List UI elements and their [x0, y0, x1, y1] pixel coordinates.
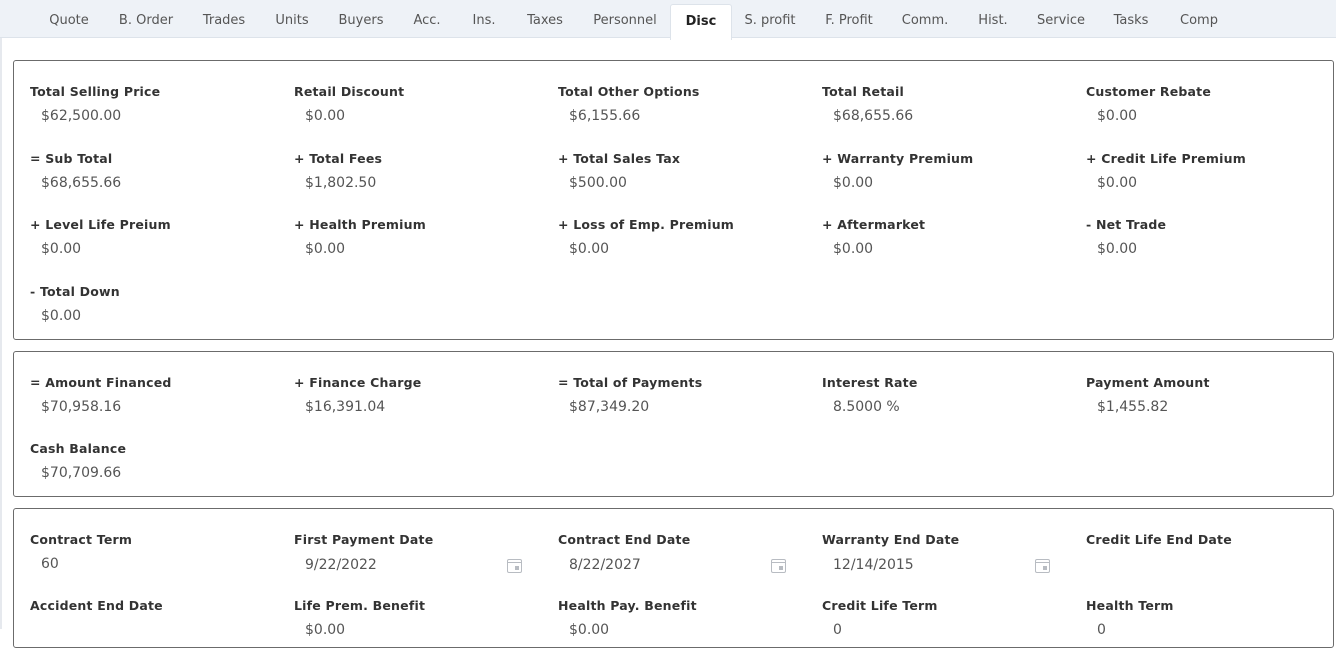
tab-comp[interactable]: Comp — [1172, 4, 1226, 38]
cash-balance-label: Cash Balance — [30, 441, 127, 456]
total-other-options-label: Total Other Options — [558, 84, 700, 99]
tab-b-order[interactable]: B. Order — [113, 4, 179, 38]
warranty-end-date-value[interactable]: 12/14/2015 — [833, 557, 914, 573]
contract-end-date-label: Contract End Date — [558, 532, 691, 547]
calendar-icon[interactable] — [771, 559, 786, 573]
tab-acc[interactable]: Acc. — [406, 4, 448, 38]
payment-amount-label: Payment Amount — [1086, 375, 1210, 390]
customer-rebate-value[interactable]: $0.00 — [1097, 108, 1137, 124]
tab-service[interactable]: Service — [1032, 4, 1090, 38]
life-prem-benefit-label: Life Prem. Benefit — [294, 598, 426, 613]
tab-tasks[interactable]: Tasks — [1106, 4, 1156, 38]
amount-financed-value[interactable]: $70,958.16 — [41, 399, 121, 415]
first-payment-date-label: First Payment Date — [294, 532, 434, 547]
total-down-label: - Total Down — [30, 284, 120, 299]
total-sales-tax-label: + Total Sales Tax — [558, 151, 681, 166]
loss-of-emp-premium-value[interactable]: $0.00 — [569, 241, 609, 257]
total-selling-price-label: Total Selling Price — [30, 84, 161, 99]
aftermarket-value[interactable]: $0.00 — [833, 241, 873, 257]
health-premium-value[interactable]: $0.00 — [305, 241, 345, 257]
retail-discount-label: Retail Discount — [294, 84, 405, 99]
customer-rebate-label: Customer Rebate — [1086, 84, 1212, 99]
tab-hist[interactable]: Hist. — [971, 4, 1015, 38]
health-premium-label: + Health Premium — [294, 217, 426, 232]
net-trade-value[interactable]: $0.00 — [1097, 241, 1137, 257]
loss-of-emp-premium-label: + Loss of Emp. Premium — [558, 217, 735, 232]
tab-s-profit[interactable]: S. profit — [738, 4, 802, 38]
health-term-value[interactable]: 0 — [1097, 622, 1106, 638]
total-fees-label: + Total Fees — [294, 151, 383, 166]
content-edge — [0, 38, 2, 629]
total-of-payments-label: = Total of Payments — [558, 375, 703, 390]
health-pay-benefit-value[interactable]: $0.00 — [569, 622, 609, 638]
calendar-icon[interactable] — [507, 559, 522, 573]
credit-life-premium-value[interactable]: $0.00 — [1097, 175, 1137, 191]
amount-financed-label: = Amount Financed — [30, 375, 172, 390]
financing-panel: = Amount Financed $70,958.16 + Finance C… — [13, 351, 1334, 497]
credit-life-term-value[interactable]: 0 — [833, 622, 842, 638]
warranty-premium-label: + Warranty Premium — [822, 151, 974, 166]
interest-rate-label: Interest Rate — [822, 375, 918, 390]
level-life-premium-label: + Level Life Preium — [30, 217, 171, 232]
credit-life-premium-label: + Credit Life Premium — [1086, 151, 1246, 166]
total-other-options-value[interactable]: $6,155.66 — [569, 108, 640, 124]
warranty-premium-value[interactable]: $0.00 — [833, 175, 873, 191]
interest-rate-value[interactable]: 8.5000 % — [833, 399, 900, 415]
warranty-end-date-label: Warranty End Date — [822, 532, 960, 547]
tab-quote[interactable]: Quote — [42, 4, 96, 38]
health-term-label: Health Term — [1086, 598, 1174, 613]
contract-term-label: Contract Term — [30, 532, 133, 547]
tab-buyers[interactable]: Buyers — [333, 4, 389, 38]
health-pay-benefit-label: Health Pay. Benefit — [558, 598, 697, 613]
accident-end-date-label: Accident End Date — [30, 598, 163, 613]
aftermarket-label: + Aftermarket — [822, 217, 926, 232]
credit-life-end-date-label: Credit Life End Date — [1086, 532, 1232, 547]
finance-charge-label: + Finance Charge — [294, 375, 422, 390]
tab-disc[interactable]: Disc — [670, 4, 732, 40]
payment-amount-value[interactable]: $1,455.82 — [1097, 399, 1168, 415]
net-trade-label: - Net Trade — [1086, 217, 1167, 232]
life-prem-benefit-value[interactable]: $0.00 — [305, 622, 345, 638]
calendar-icon[interactable] — [1035, 559, 1050, 573]
terms-panel: Contract Term 60 First Payment Date 9/22… — [13, 508, 1334, 648]
contract-end-date-value[interactable]: 8/22/2027 — [569, 557, 641, 573]
tab-personnel[interactable]: Personnel — [587, 4, 663, 38]
finance-charge-value[interactable]: $16,391.04 — [305, 399, 385, 415]
total-sales-tax-value[interactable]: $500.00 — [569, 175, 627, 191]
total-fees-value[interactable]: $1,802.50 — [305, 175, 376, 191]
tab-units[interactable]: Units — [268, 4, 316, 38]
sub-total-label: = Sub Total — [30, 151, 113, 166]
tab-taxes[interactable]: Taxes — [520, 4, 570, 38]
tab-bar: Quote B. Order Trades Units Buyers Acc. … — [0, 0, 1336, 40]
total-down-value[interactable]: $0.00 — [41, 308, 81, 324]
total-retail-value[interactable]: $68,655.66 — [833, 108, 913, 124]
tab-f-profit[interactable]: F. Profit — [818, 4, 880, 38]
tab-comm[interactable]: Comm. — [896, 4, 954, 38]
sub-total-value[interactable]: $68,655.66 — [41, 175, 121, 191]
level-life-premium-value[interactable]: $0.00 — [41, 241, 81, 257]
cash-balance-value[interactable]: $70,709.66 — [41, 465, 121, 481]
pricing-panel: Total Selling Price $62,500.00 Retail Di… — [13, 60, 1334, 340]
total-of-payments-value[interactable]: $87,349.20 — [569, 399, 649, 415]
tab-ins[interactable]: Ins. — [464, 4, 504, 38]
total-retail-label: Total Retail — [822, 84, 904, 99]
first-payment-date-value[interactable]: 9/22/2022 — [305, 557, 377, 573]
retail-discount-value[interactable]: $0.00 — [305, 108, 345, 124]
total-selling-price-value[interactable]: $62,500.00 — [41, 108, 121, 124]
contract-term-value[interactable]: 60 — [41, 556, 59, 572]
tab-trades[interactable]: Trades — [196, 4, 252, 38]
credit-life-term-label: Credit Life Term — [822, 598, 938, 613]
